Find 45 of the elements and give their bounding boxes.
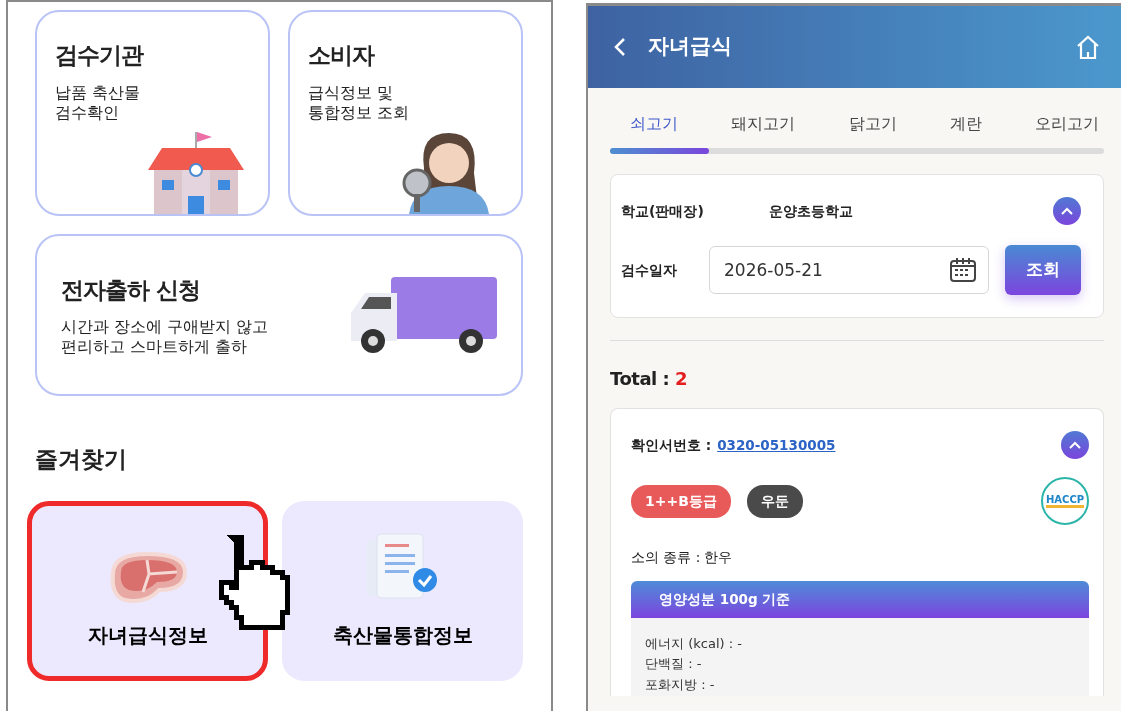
service-card[interactable]: 검수기관 납품 축산물 검수확인 <box>35 10 270 216</box>
card-description: 편리하고 스마트하게 출하 <box>61 337 249 358</box>
category-tab[interactable]: 쇠고기 <box>630 112 679 136</box>
chevron-icon[interactable] <box>1068 440 1082 450</box>
school-building-icon <box>146 130 246 214</box>
back-icon[interactable] <box>614 37 627 57</box>
card-title: 검수기관 <box>55 41 145 70</box>
card-description: 통합정보 조회 <box>308 102 411 123</box>
search-button[interactable]: 조회 <box>1005 245 1081 295</box>
chevron-icon[interactable] <box>1060 206 1074 216</box>
grade-tag: 우둔 <box>746 484 803 518</box>
certificate-label: 확인서번호 : <box>631 435 712 455</box>
date-field[interactable]: 2026-05-21 <box>709 246 989 294</box>
total-value: 2 <box>674 368 687 389</box>
field-label: 검수일자 <box>621 260 679 280</box>
calendar-icon[interactable] <box>949 257 977 283</box>
nutrition-row-text: 에너지 (kcal) : - <box>645 634 743 653</box>
card-title: 소비자 <box>308 41 376 70</box>
nutrition-row-text: 포화지방 : - <box>645 676 716 695</box>
card-title: 전자출하 신청 <box>61 275 201 305</box>
card-description: 급식정보 및 <box>308 82 395 103</box>
school-name: 운양초등학교 <box>769 201 855 221</box>
service-card[interactable]: 소비자 급식정보 및 통합정보 조회 <box>288 10 524 216</box>
shipping-card[interactable]: 전자출하 신청 시간과 장소에 구애받지 않고 편리하고 스마트하게 출하 <box>35 234 524 396</box>
grade-tag: 1++B등급 <box>631 484 731 518</box>
collapse-toggle[interactable] <box>1061 431 1089 459</box>
category-tab[interactable]: 계란 <box>949 112 982 136</box>
nutrition-header: 영양성분 100g 기준 <box>631 581 1089 618</box>
haccp-text: HACCP <box>1045 494 1085 508</box>
favorite-tile[interactable]: 축산물통합정보 <box>282 500 524 681</box>
field-label: 학교(판매장) <box>621 201 705 221</box>
breed-text: 소의 종류 : 한우 <box>631 548 734 567</box>
collapse-toggle[interactable] <box>1053 197 1081 225</box>
total-label: Total : <box>610 368 670 389</box>
nutrition-row-text: 단백질 : - <box>645 655 703 674</box>
category-tab[interactable]: 돼지고기 <box>731 112 796 136</box>
card-description: 납품 축산물 <box>55 82 142 103</box>
card-description: 시간과 장소에 구애받지 않고 <box>61 317 269 338</box>
category-tab[interactable]: 닭고기 <box>848 112 897 136</box>
home-icon[interactable] <box>1075 34 1101 60</box>
category-tab[interactable]: 오리고기 <box>1035 112 1099 136</box>
screen-title: 자녀급식 <box>648 33 734 61</box>
card-description: 검수확인 <box>55 102 120 123</box>
section-heading: 즐겨찾기 <box>35 445 128 474</box>
certificate-link[interactable]: 0320-05130005 <box>717 434 1061 456</box>
